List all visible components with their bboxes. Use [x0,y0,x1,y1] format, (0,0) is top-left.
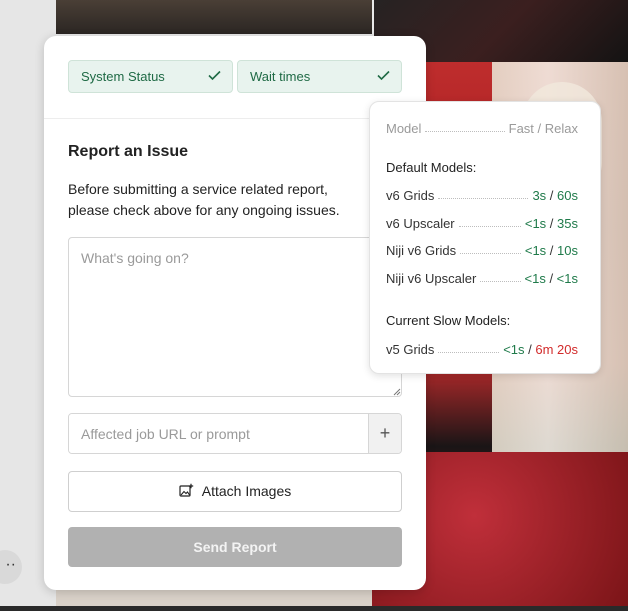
relax-time: <1s [556,270,578,286]
wait-time-row: v6 Upscaler <1s / 35s [386,215,578,231]
relax-time: 35s [557,215,578,231]
model-name: v6 Grids [386,187,435,203]
slow-models-title: Current Slow Models: [386,313,511,328]
wait-time-row: Niji v6 Upscaler <1s / <1s [386,270,578,286]
fast-time: <1s [524,270,546,286]
wait-times-popover: Model Fast / Relax Default Models: v6 Gr… [369,101,601,374]
resize-grip-icon[interactable] [393,388,401,396]
fast-time: 3s [532,187,547,203]
system-status-tab[interactable]: System Status [68,60,233,93]
wait-times-header: Model Fast / Relax [386,119,578,137]
issue-description-textarea[interactable] [68,237,402,397]
leader-dots [438,351,500,353]
leader-dots [458,225,521,227]
relax-time: 60s [557,187,578,203]
gallery-image[interactable] [56,0,372,34]
wait-times-label: Wait times [250,69,311,84]
attach-images-label: Attach Images [201,483,292,499]
model-name: Niji v6 Grids [386,242,457,258]
relax-time: 6m 20s [535,341,578,357]
system-status-label: System Status [81,69,165,84]
job-url-group: + [68,413,402,454]
fast-time: <1s [503,341,525,357]
fast-time: <1s [524,242,547,258]
check-icon [208,61,222,92]
job-url-input[interactable] [69,414,369,453]
leader-dots [425,130,505,132]
wait-time-row: Niji v6 Grids <1s / 10s [386,242,578,258]
model-name: v5 Grids [386,341,435,357]
send-report-button[interactable]: Send Report [68,527,402,567]
wait-times-tab[interactable]: Wait times [237,60,402,93]
wait-time-row: v5 Grids <1s / 6m 20s [386,341,578,357]
model-name: Niji v6 Upscaler [386,270,477,286]
model-name: v6 Upscaler [386,215,455,231]
image-add-icon [179,484,193,497]
leader-dots [480,280,521,282]
add-url-button[interactable]: + [368,414,401,453]
speed-column-header: Fast / Relax [508,120,578,136]
relax-time: 10s [557,242,578,258]
bottom-edge [0,606,628,611]
model-column-header: Model [386,120,422,136]
report-description: Before submitting a service related repo… [68,181,340,218]
leader-dots [460,252,521,254]
fast-time: <1s [524,215,547,231]
attach-images-button[interactable]: Attach Images [68,471,402,512]
check-icon [377,61,391,92]
wait-time-row: v6 Grids 3s / 60s [386,187,578,203]
report-title: Report an Issue [68,143,189,160]
default-models-title: Default Models: [386,160,477,175]
leader-dots [438,197,529,199]
